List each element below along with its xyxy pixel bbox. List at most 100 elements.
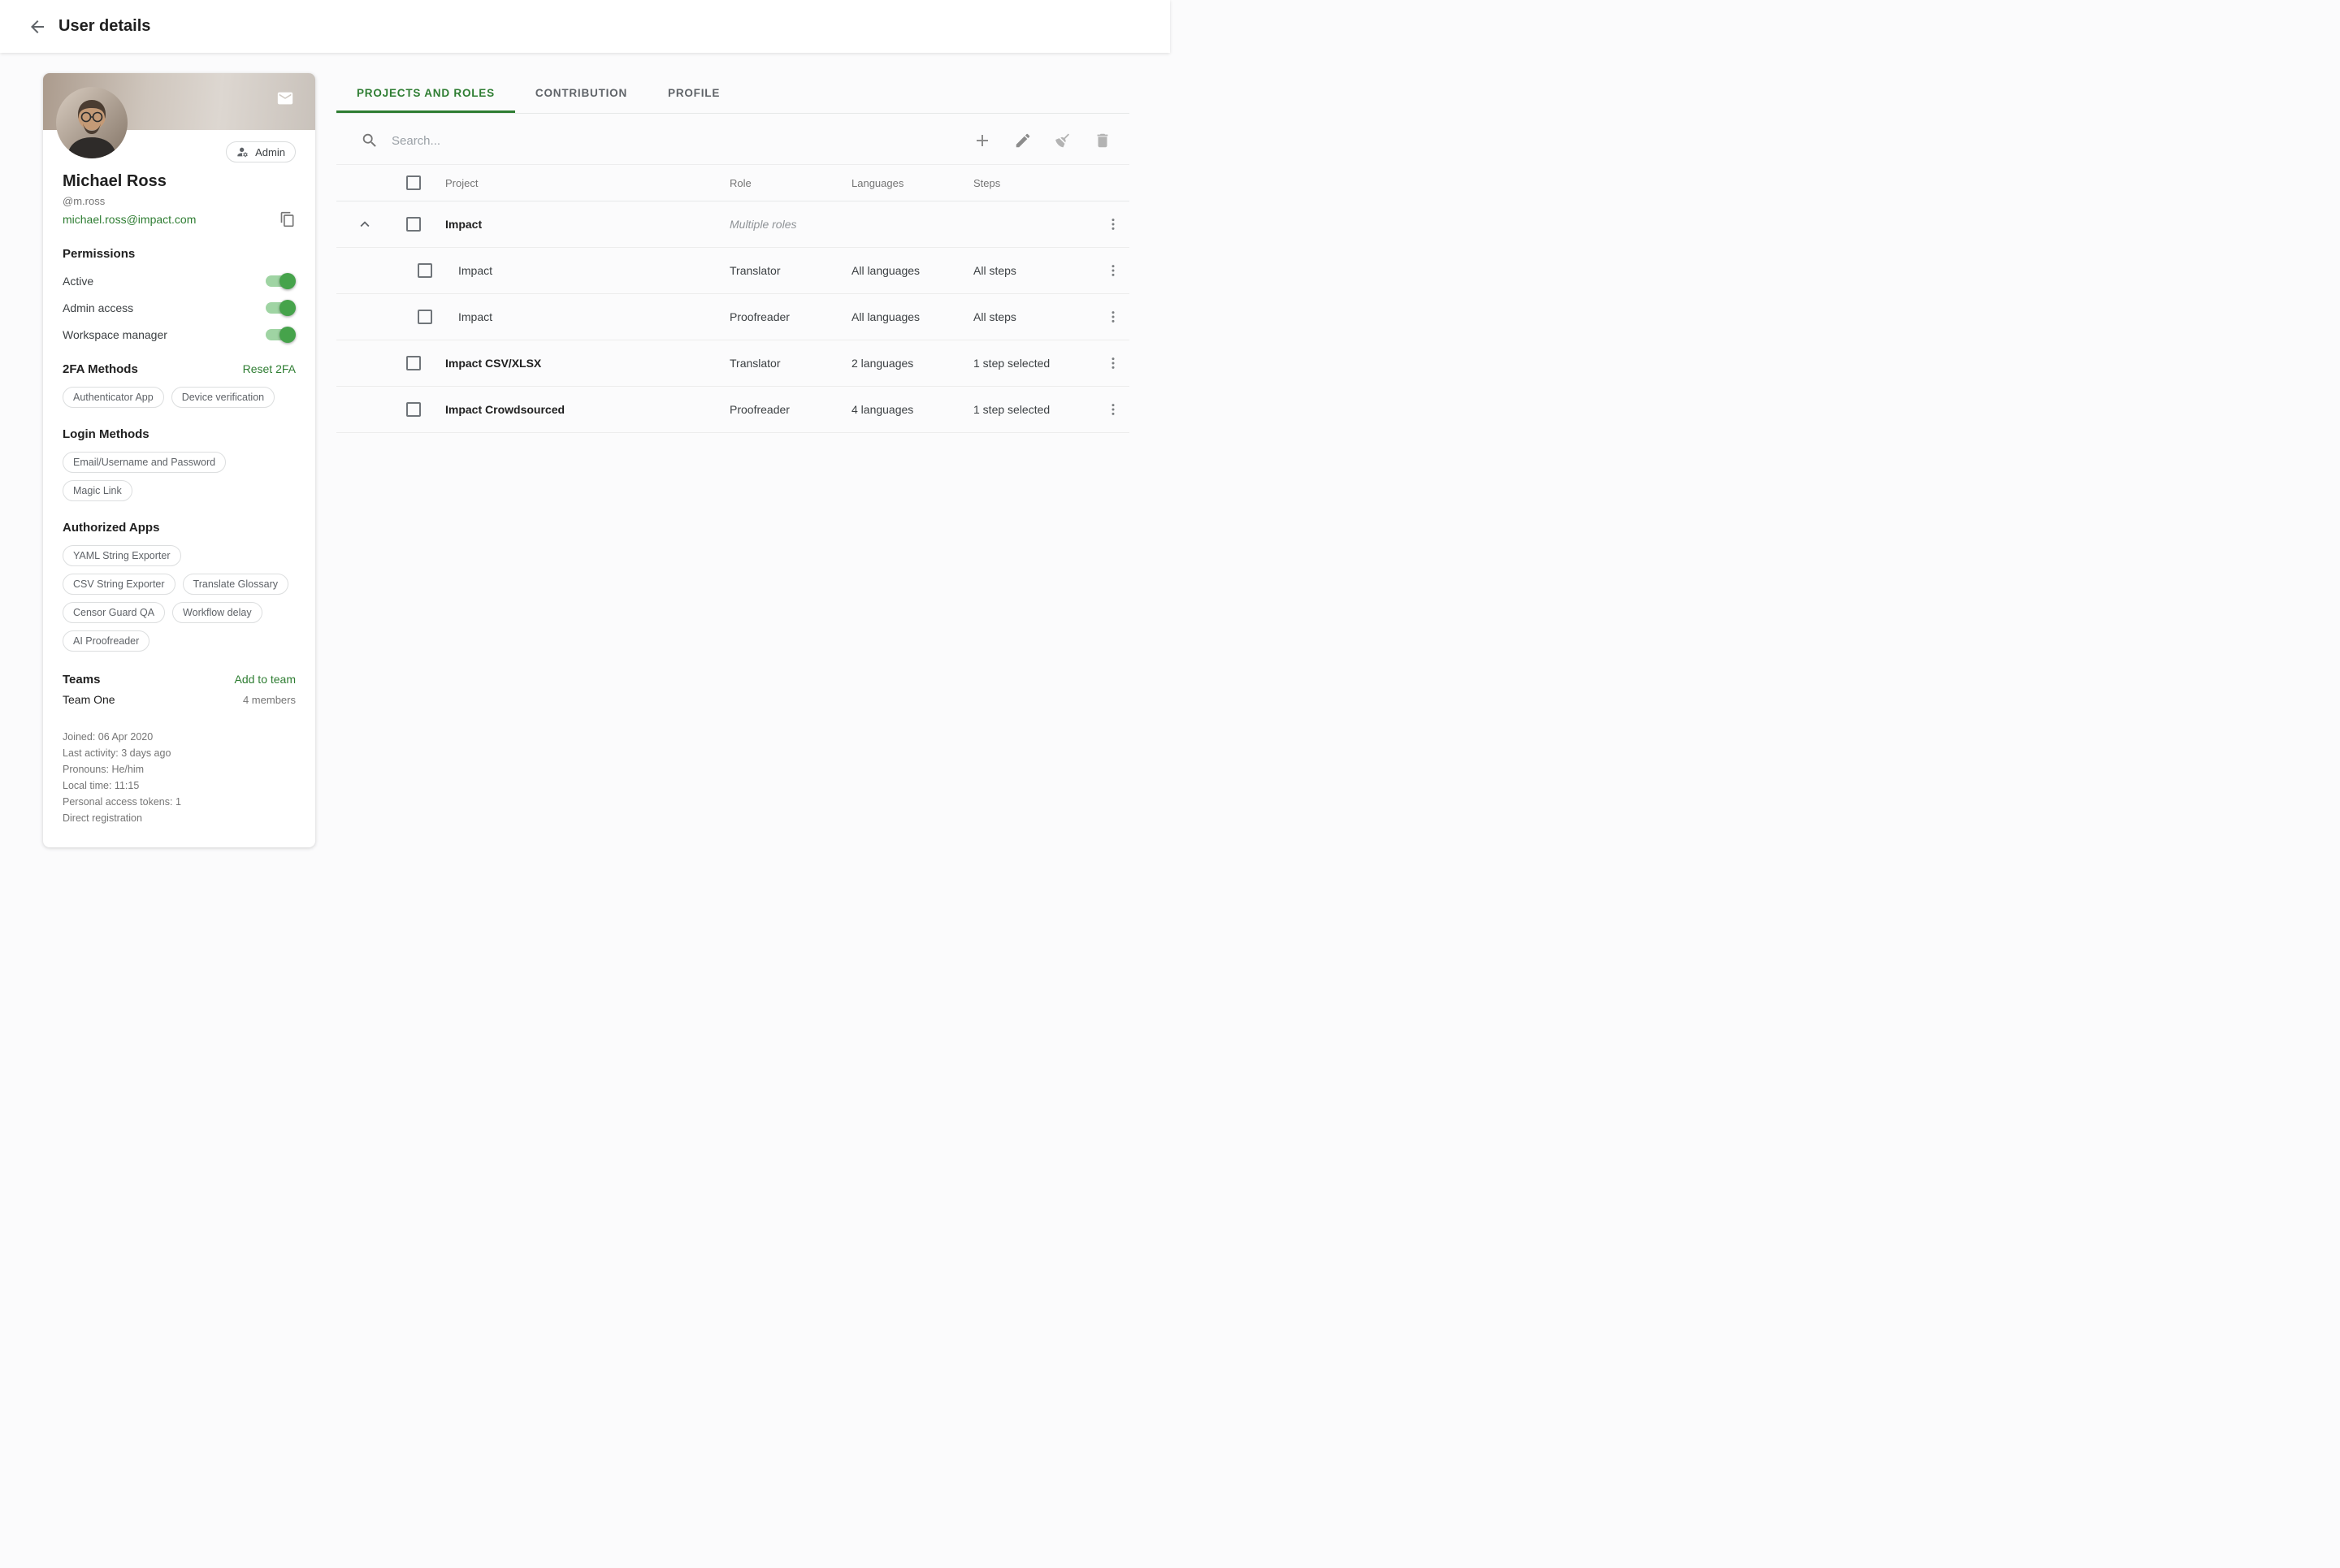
- project-name: Impact: [445, 218, 482, 231]
- chip: AI Proofreader: [63, 630, 150, 652]
- column-project: Project: [445, 177, 478, 189]
- tab-bar: PROJECTS AND ROLES CONTRIBUTION PROFILE: [336, 73, 1129, 114]
- twofa-chips: Authenticator App Device verification: [63, 387, 296, 408]
- add-to-team-link[interactable]: Add to team: [235, 673, 297, 686]
- steps-cell: All steps: [973, 264, 1016, 277]
- chevron-up-icon[interactable]: [356, 215, 374, 233]
- page-title: User details: [58, 17, 150, 36]
- teams-title: Teams: [63, 673, 100, 687]
- user-name: Michael Ross: [63, 172, 296, 191]
- kebab-menu-icon[interactable]: [1102, 398, 1124, 421]
- table-toolbar: [336, 114, 1129, 164]
- chip: Authenticator App: [63, 387, 164, 408]
- project-name: Impact: [458, 264, 492, 277]
- chip: Magic Link: [63, 480, 132, 501]
- toggle-label: Admin access: [63, 301, 133, 314]
- reset-2fa-link[interactable]: Reset 2FA: [243, 362, 296, 375]
- copy-icon[interactable]: [280, 211, 296, 227]
- table-row[interactable]: Impact Translator All languages All step…: [336, 248, 1129, 294]
- toggle-switch[interactable]: [266, 302, 293, 314]
- user-email-link[interactable]: michael.ross@impact.com: [63, 213, 196, 226]
- chip: Censor Guard QA: [63, 602, 165, 623]
- meta-line: Personal access tokens: 1: [63, 794, 296, 810]
- broom-icon[interactable]: [1054, 132, 1072, 149]
- role-cell: Proofreader: [730, 403, 790, 416]
- tab[interactable]: CONTRIBUTION: [515, 73, 648, 113]
- profile-meta: Joined: 06 Apr 2020 Last activity: 3 day…: [43, 729, 315, 826]
- steps-cell: 1 step selected: [973, 357, 1050, 370]
- chip: YAML String Exporter: [63, 545, 181, 566]
- languages-cell: All languages: [852, 310, 920, 323]
- trash-icon[interactable]: [1094, 132, 1112, 149]
- toggle-switch[interactable]: [266, 329, 293, 340]
- kebab-menu-icon[interactable]: [1102, 305, 1124, 328]
- teams-list: Team One 4 members: [63, 693, 296, 706]
- team-row: Team One 4 members: [63, 693, 296, 706]
- column-steps: Steps: [973, 177, 1000, 189]
- meta-line: Local time: 11:15: [63, 778, 296, 794]
- team-members-count: 4 members: [243, 694, 296, 706]
- meta-line: Direct registration: [63, 810, 296, 826]
- table-row[interactable]: Impact Multiple roles: [336, 201, 1129, 248]
- authorized-apps-title: Authorized Apps: [63, 521, 296, 535]
- project-name: Impact: [458, 310, 492, 323]
- languages-cell: All languages: [852, 264, 920, 277]
- avatar[interactable]: [56, 87, 128, 158]
- chip: CSV String Exporter: [63, 574, 176, 595]
- admin-user-icon: [236, 145, 249, 158]
- permission-toggle-row: Active: [63, 275, 296, 288]
- row-checkbox[interactable]: [406, 356, 421, 370]
- tab-label: CONTRIBUTION: [535, 87, 627, 99]
- back-button[interactable]: [21, 11, 54, 43]
- chip: Email/Username and Password: [63, 452, 226, 473]
- projects-table-body: Impact Multiple roles Impact: [336, 201, 1129, 433]
- role-cell: Translator: [730, 357, 781, 370]
- role-cell: Proofreader: [730, 310, 790, 323]
- steps-cell: All steps: [973, 310, 1016, 323]
- permissions-toggles: Active Admin access Workspace manager: [63, 275, 296, 341]
- row-checkbox[interactable]: [406, 402, 421, 417]
- plus-icon[interactable]: [973, 131, 992, 150]
- project-name: Impact Crowdsourced: [445, 403, 565, 416]
- table-row[interactable]: Impact Proofreader All languages All ste…: [336, 294, 1129, 340]
- pencil-icon[interactable]: [1014, 132, 1032, 149]
- kebab-menu-icon[interactable]: [1102, 213, 1124, 236]
- toggle-label: Active: [63, 275, 93, 288]
- table-row[interactable]: Impact CSV/XLSX Translator 2 languages 1…: [336, 340, 1129, 387]
- column-languages: Languages: [852, 177, 904, 189]
- user-handle: @m.ross: [63, 195, 296, 207]
- column-role: Role: [730, 177, 752, 189]
- table-header: Project Role Languages Steps: [336, 164, 1129, 201]
- mail-icon[interactable]: [276, 89, 294, 107]
- row-checkbox[interactable]: [406, 217, 421, 232]
- languages-cell: 2 languages: [852, 357, 913, 370]
- role-cell: Translator: [730, 264, 781, 277]
- table-row[interactable]: Impact Crowdsourced Proofreader 4 langua…: [336, 387, 1129, 433]
- permissions-title: Permissions: [63, 247, 296, 261]
- steps-cell: 1 step selected: [973, 403, 1050, 416]
- chip: Translate Glossary: [183, 574, 288, 595]
- search-input[interactable]: [392, 134, 973, 148]
- login-methods-title: Login Methods: [63, 427, 296, 441]
- role-cell: Multiple roles: [730, 218, 796, 231]
- twofa-title: 2FA Methods: [63, 362, 138, 376]
- toggle-label: Workspace manager: [63, 328, 167, 341]
- kebab-menu-icon[interactable]: [1102, 352, 1124, 375]
- toggle-switch[interactable]: [266, 275, 293, 287]
- admin-badge: Admin: [226, 141, 296, 162]
- meta-line: Last activity: 3 days ago: [63, 745, 296, 761]
- tab-label: PROFILE: [668, 87, 720, 99]
- permission-toggle-row: Workspace manager: [63, 328, 296, 341]
- tab-label: PROJECTS AND ROLES: [357, 87, 495, 99]
- tab[interactable]: PROFILE: [648, 73, 740, 113]
- meta-line: Joined: 06 Apr 2020: [63, 729, 296, 745]
- select-all-checkbox[interactable]: [406, 175, 421, 190]
- search-icon: [361, 132, 379, 149]
- chip: Device verification: [171, 387, 275, 408]
- login-method-chips: Email/Username and Password Magic Link: [63, 452, 296, 501]
- tab[interactable]: PROJECTS AND ROLES: [336, 73, 515, 113]
- user-detail-content: PROJECTS AND ROLES CONTRIBUTION PROFILE: [336, 73, 1129, 433]
- chip: Workflow delay: [172, 602, 262, 623]
- kebab-menu-icon[interactable]: [1102, 259, 1124, 282]
- project-name: Impact CSV/XLSX: [445, 357, 541, 370]
